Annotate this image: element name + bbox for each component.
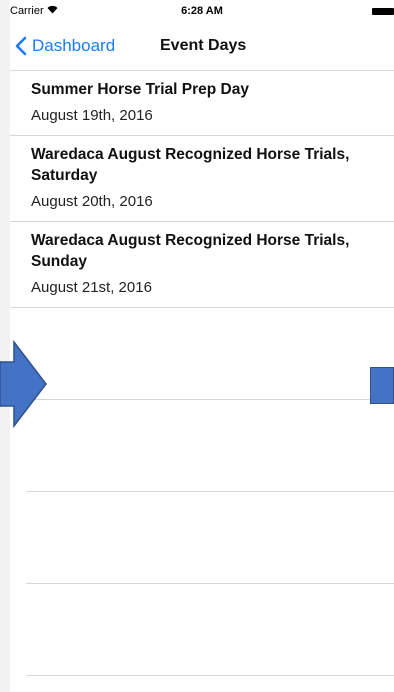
event-title: Waredaca August Recognized Horse Trials,… [31, 232, 350, 270]
empty-row [26, 400, 394, 492]
back-button[interactable]: Dashboard [14, 36, 115, 56]
event-title: Summer Horse Trial Prep Day [31, 81, 249, 98]
square-marker [370, 367, 394, 404]
empty-row [26, 308, 394, 400]
empty-row [26, 584, 394, 676]
arrow-right-icon [0, 340, 47, 428]
event-date: August 21st, 2016 [31, 279, 152, 296]
event-row[interactable]: Summer Horse Trial Prep Day August 19th,… [10, 71, 394, 136]
chevron-left-icon [15, 36, 27, 56]
event-row[interactable]: Waredaca August Recognized Horse Trials,… [10, 222, 394, 308]
phone-screen: Carrier 6:28 AM Dashboard Event Days Sum… [10, 0, 394, 692]
event-row[interactable]: Waredaca August Recognized Horse Trials,… [10, 136, 394, 222]
status-time: 6:28 AM [181, 5, 223, 17]
event-days-list: Summer Horse Trial Prep Day August 19th,… [10, 71, 394, 676]
event-title: Waredaca August Recognized Horse Trials,… [31, 146, 350, 184]
empty-row [26, 492, 394, 584]
navigation-bar: Dashboard Event Days [10, 22, 394, 71]
back-button-label: Dashboard [32, 36, 116, 55]
page-title: Event Days [160, 37, 247, 54]
event-date: August 19th, 2016 [31, 107, 153, 124]
event-date: August 20th, 2016 [31, 193, 153, 210]
status-bar: Carrier 6:28 AM [10, 0, 394, 22]
battery-icon [372, 8, 394, 15]
